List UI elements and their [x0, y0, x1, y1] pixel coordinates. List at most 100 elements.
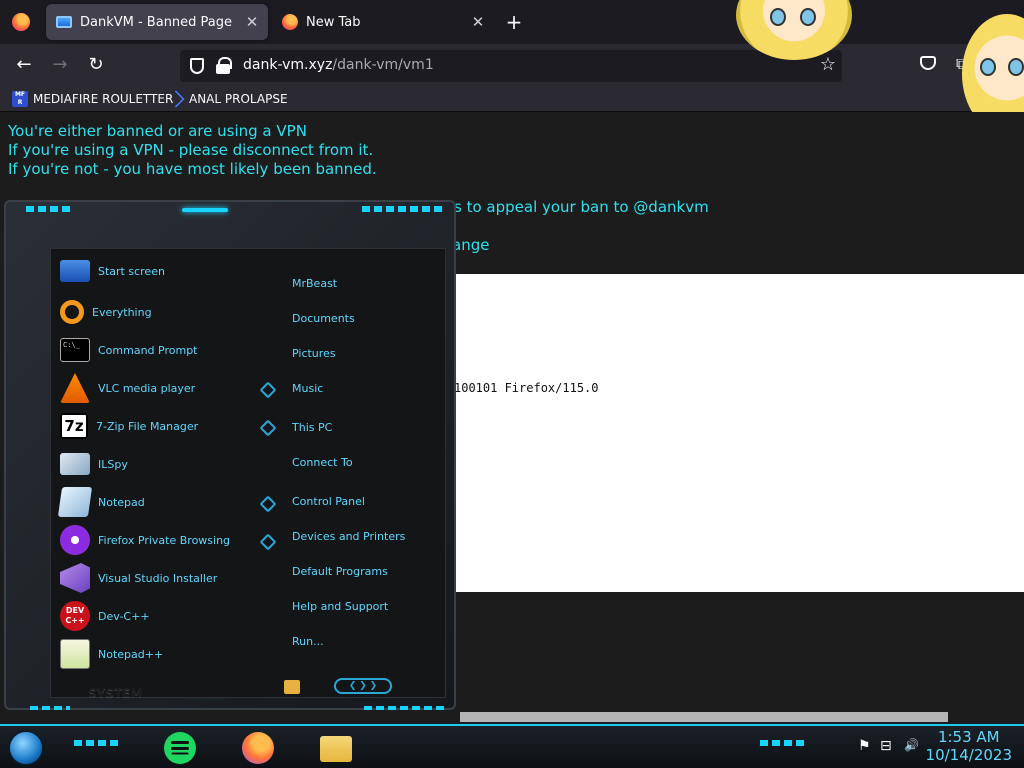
close-tab-icon[interactable]: ✕: [466, 13, 490, 31]
bookmark-label: ANAL PROLAPSE: [189, 92, 288, 106]
start-item-label: Command Prompt: [98, 343, 198, 357]
start-menu: Start screen Everything C:\_ Command Pro…: [4, 200, 456, 712]
ilspy-icon: [60, 453, 90, 475]
start-item-label: 7-Zip File Manager: [96, 419, 199, 433]
start-item-label: Firefox Private Browsing: [98, 533, 231, 547]
start-place-music[interactable]: Music: [292, 382, 323, 395]
start-item-visual-studio-installer[interactable]: Visual Studio Installer: [60, 561, 250, 595]
firefox-icon: [282, 14, 298, 30]
shutdown-options-arrows[interactable]: ❮ ❯ ❯: [334, 678, 392, 694]
taskbar: ⚑ ⊟ 🔊 1:53 AM 10/14/2023: [0, 724, 1024, 768]
start-place-default-programs[interactable]: Default Programs: [292, 565, 388, 578]
firefox-private-icon: [60, 525, 90, 555]
appeal-message: s to appeal your ban to @dankvm: [454, 198, 709, 216]
devcpp-icon: DEV C++: [60, 601, 90, 631]
start-place-help-and-support[interactable]: Help and Support: [292, 600, 388, 613]
notepadpp-icon: [60, 639, 90, 669]
bookmark-anal-prolapse[interactable]: ANAL PROLAPSE: [167, 90, 288, 108]
scrollbar-thumb[interactable]: [460, 712, 948, 722]
monitor-icon: [56, 16, 72, 28]
firefox-menu-icon[interactable]: [12, 13, 30, 31]
reload-button[interactable]: ↻: [84, 53, 108, 77]
start-item-notepadpp[interactable]: Notepad++: [60, 637, 250, 671]
start-item-firefox-private-browsing[interactable]: Firefox Private Browsing: [60, 523, 250, 557]
start-place-this-pc[interactable]: This PC: [292, 421, 332, 434]
bookmark-star-icon[interactable]: ☆: [820, 54, 836, 75]
start-item-7zip-file-manager[interactable]: 7z 7-Zip File Manager: [60, 409, 250, 443]
start-item-label: Everything: [92, 305, 152, 319]
start-item-label: Dev-C++: [98, 609, 150, 623]
system-clock[interactable]: 1:53 AM 10/14/2023: [926, 728, 1012, 764]
horizontal-scrollbar[interactable]: [0, 710, 1024, 724]
bookmark-mediafire-rouletter[interactable]: MF R MEDIAFIRE ROULETTER: [12, 90, 173, 108]
ban-message-line: If you're using a VPN - please disconnec…: [8, 141, 374, 159]
start-place-pictures[interactable]: Pictures: [292, 347, 336, 360]
screen: DankVM - Banned Page ✕ New Tab ✕ + ← → ↻…: [0, 0, 1024, 768]
start-item-vlc-media-player[interactable]: VLC media player: [60, 371, 250, 405]
user-agent-text: 100101 Firefox/115.0: [454, 381, 599, 395]
volume-icon[interactable]: 🔊: [904, 738, 919, 752]
start-item-notepad[interactable]: Notepad: [57, 485, 250, 519]
bookmarks-toolbar: MF R MEDIAFIRE ROULETTER ANAL PROLAPSE: [0, 86, 1024, 112]
start-item-everything[interactable]: Everything: [60, 295, 250, 329]
tab-new-tab[interactable]: New Tab ✕: [272, 4, 494, 40]
network-icon[interactable]: ⊟: [880, 738, 892, 754]
start-item-label: ILSpy: [98, 457, 128, 471]
url-bar[interactable]: dank-vm.xyz/dank-vm/vm1 ☆: [180, 50, 842, 82]
bookmark-label: MEDIAFIRE ROULETTER: [33, 92, 174, 106]
command-prompt-icon: C:\_: [60, 338, 90, 362]
clock-date: 10/14/2023: [925, 746, 1012, 764]
start-place-control-panel[interactable]: Control Panel: [292, 495, 365, 508]
sticker-eye: [770, 8, 786, 26]
back-button[interactable]: ←: [12, 53, 36, 77]
spotify-icon[interactable]: [164, 732, 196, 764]
action-center-flag-icon[interactable]: ⚑: [858, 738, 871, 754]
sticker-eye: [1008, 58, 1024, 76]
visual-studio-installer-icon: [60, 563, 90, 593]
url-host: dank-vm.xyz: [243, 57, 333, 73]
mediafire-icon: MF R: [12, 91, 28, 107]
url-path: /dank-vm/vm1: [332, 57, 434, 73]
start-item-ilspy[interactable]: ILSpy: [60, 447, 250, 481]
tab-bar: DankVM - Banned Page ✕ New Tab ✕ +: [0, 0, 1024, 44]
forward-button[interactable]: →: [48, 53, 72, 77]
start-item-start-screen[interactable]: Start screen: [60, 254, 250, 288]
ban-message-line: You're either banned or are using a VPN: [8, 122, 307, 140]
pocket-icon[interactable]: [920, 56, 936, 70]
firefox-icon[interactable]: [242, 732, 274, 764]
navigation-bar: ← → ↻ dank-vm.xyz/dank-vm/vm1 ☆ ⧉: [0, 44, 1024, 86]
clock-time: 1:53 AM: [937, 728, 1000, 746]
system-label: SYSTEM: [88, 686, 143, 700]
power-icon[interactable]: [284, 680, 300, 694]
start-place-connect-to[interactable]: Connect To: [292, 456, 353, 469]
new-tab-button[interactable]: +: [502, 10, 526, 34]
start-place-mrbeast[interactable]: MrBeast: [292, 277, 337, 290]
ban-message-partial-end: ange: [452, 236, 490, 254]
sticker-eye: [800, 8, 816, 26]
tab-dankvm-banned-page[interactable]: DankVM - Banned Page ✕: [46, 4, 268, 40]
url-text[interactable]: dank-vm.xyz/dank-vm/vm1: [243, 57, 434, 73]
decorative-bar: [182, 208, 228, 212]
decorative-stripe: [74, 740, 118, 746]
start-button[interactable]: [8, 730, 44, 766]
chevron-icon: [167, 90, 185, 108]
lock-icon[interactable]: [216, 57, 232, 75]
user-agent-box: 100101 Firefox/115.0: [454, 274, 1024, 592]
start-item-command-prompt[interactable]: C:\_ Command Prompt: [60, 333, 250, 367]
decorative-stripe: [760, 740, 804, 746]
notepad-icon: [57, 487, 93, 517]
vlc-icon: [60, 373, 90, 403]
close-tab-icon[interactable]: ✕: [240, 13, 264, 31]
tracking-protection-shield-icon[interactable]: [190, 58, 204, 74]
start-screen-icon: [60, 260, 90, 282]
start-place-run[interactable]: Run...: [292, 635, 324, 648]
decorative-stripe: [26, 206, 74, 212]
file-explorer-icon[interactable]: [320, 736, 352, 762]
start-place-documents[interactable]: Documents: [292, 312, 355, 325]
start-place-devices-and-printers[interactable]: Devices and Printers: [292, 530, 405, 543]
sticker-eye: [980, 58, 996, 76]
start-item-devcpp[interactable]: DEV C++ Dev-C++: [60, 599, 250, 633]
start-item-label: Start screen: [98, 264, 165, 278]
decorative-stripe: [362, 206, 442, 212]
everything-icon: [60, 300, 84, 324]
